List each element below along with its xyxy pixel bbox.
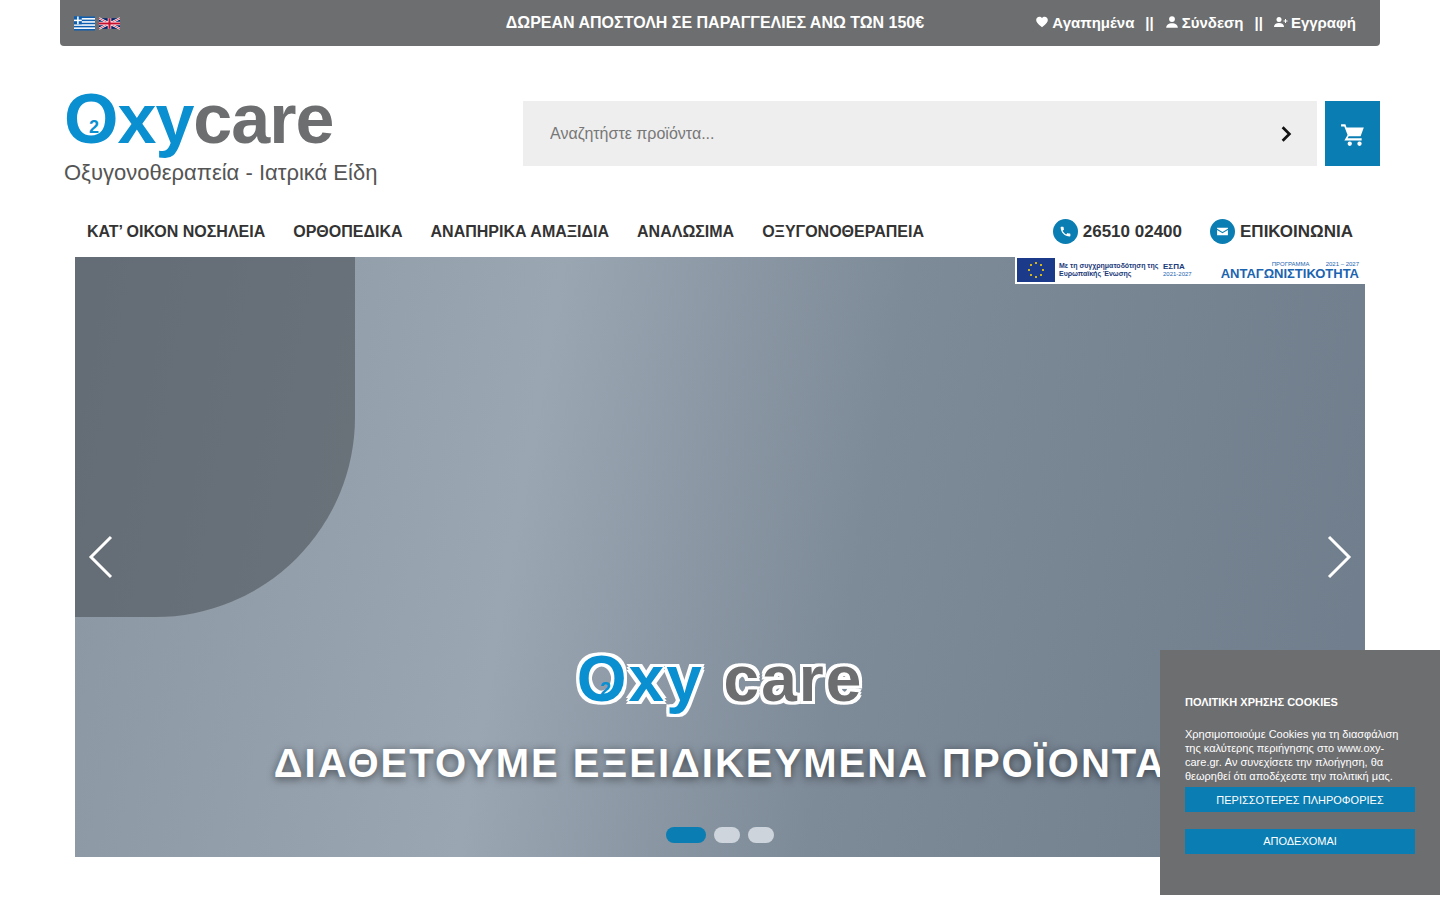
cookie-title: ΠΟΛΙΤΙΚΗ ΧΡΗΣΗΣ COOKIES [1185, 694, 1415, 711]
top-bar: ΔΩΡΕΑΝ ΑΠΟΣΤΟΛΗ ΣΕ ΠΑΡΑΓΓΕΛΙΕΣ ΑΝΩ ΤΩΝ 1… [60, 0, 1380, 46]
hero-logo: O2xy care [577, 644, 863, 714]
nav-item[interactable]: ΟΡΘΟΠΕΔΙΚΑ [293, 220, 402, 244]
hero-caption: ΔΙΑΘΕΤΟΥΜΕ ΕΞΕΙΔΙΚΕΥΜΕΝΑ ΠΡΟΪΟΝΤΑ [274, 733, 1166, 793]
slide-indicator[interactable] [666, 827, 706, 843]
site-logo[interactable]: O2xycare Οξυγονοθεραπεία - Ιατρικά Είδη [64, 84, 523, 189]
phone-icon [1053, 219, 1078, 244]
main-nav: ΚΑΤ’ ΟΙΚΟΝ ΝΟΣΗΛΕΙΑ ΟΡΘΟΠΕΔΙΚΑ ΑΝΑΠΗΡΙΚΑ Α… [60, 189, 1380, 257]
more-info-button[interactable]: ΠΕΡΙΣΣΟΤΕΡΕΣ ΠΛΗΡΟΦΟΡΙΕΣ [1185, 787, 1415, 812]
search-box [523, 101, 1317, 166]
separator: || [1254, 12, 1262, 35]
slide-indicators [666, 827, 774, 843]
accept-button[interactable]: ΑΠΟΔΕΧΟΜΑΙ [1185, 829, 1415, 854]
account-links: Αγαπημένα||Σύνδεση||Εγγραφή [1056, 12, 1356, 35]
header: O2xycare Οξυγονοθεραπεία - Ιατρικά Είδη [60, 46, 1380, 189]
nav-item[interactable]: ΟΞΥΓΟΝΟΘΕΡΑΠΕΙΑ [762, 220, 924, 244]
login-link[interactable]: Σύνδεση [1165, 12, 1244, 35]
slide-indicator[interactable] [748, 827, 774, 843]
cookie-notice: ΠΟΛΙΤΙΚΗ ΧΡΗΣΗΣ COOKIES Χρησιμοποιούμε C… [1160, 650, 1440, 895]
shipping-announcement: ΔΩΡΕΑΝ ΑΠΟΣΤΟΛΗ ΣΕ ΠΑΡΑΓΓΕΛΙΕΣ ΑΝΩ ΤΩΝ 1… [506, 11, 924, 35]
cookie-text: Χρησιμοποιούμε Cookies για τη διασφάλιση… [1185, 727, 1415, 783]
heart-icon [1035, 14, 1052, 31]
chevron-left-icon [87, 534, 115, 580]
envelope-icon [1210, 219, 1235, 244]
search-input[interactable] [548, 121, 1277, 147]
phone-link[interactable]: 26510 02400 [1053, 219, 1182, 245]
user-plus-icon [1274, 14, 1291, 31]
chevron-right-icon [1325, 534, 1353, 580]
user-icon [1165, 14, 1182, 31]
previous-slide-button[interactable] [79, 526, 123, 588]
cart-button[interactable] [1325, 101, 1380, 166]
cart-icon [1340, 121, 1366, 147]
logo-tagline: Οξυγονοθεραπεία - Ιατρικά Είδη [64, 156, 523, 189]
separator: || [1145, 12, 1153, 35]
nav-item[interactable]: ΑΝΑΛΩΣΙΜΑ [637, 220, 734, 244]
favorites-link[interactable]: Αγαπημένα [1035, 12, 1134, 35]
contact-link[interactable]: ΕΠΙΚΟΙΝΩΝΙΑ [1210, 219, 1353, 245]
nav-item[interactable]: ΑΝΑΠΗΡΙΚΑ ΑΜΑΞΙΔΙΑ [431, 220, 610, 244]
espa-banner: Με τη συγχρηματοδότηση της Ευρωπαϊκής Έν… [1015, 257, 1365, 284]
english-flag-icon[interactable] [99, 16, 120, 31]
chevron-right-icon [1277, 125, 1295, 143]
slide-indicator[interactable] [714, 827, 740, 843]
register-link[interactable]: Εγγραφή [1274, 12, 1356, 35]
next-slide-button[interactable] [1317, 526, 1361, 588]
eu-flag-icon [1017, 258, 1055, 282]
nav-item[interactable]: ΚΑΤ’ ΟΙΚΟΝ ΝΟΣΗΛΕΙΑ [87, 220, 265, 244]
language-switcher [74, 16, 374, 31]
search-button[interactable] [1277, 122, 1295, 146]
greek-flag-icon[interactable] [74, 16, 95, 31]
